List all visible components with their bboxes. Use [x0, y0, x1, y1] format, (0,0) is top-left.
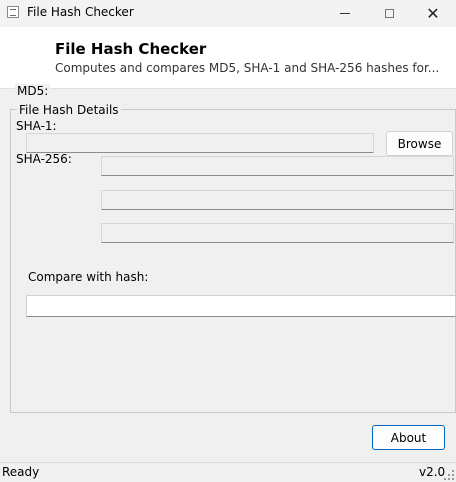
status-bar	[0, 462, 456, 482]
maximize-button[interactable]	[366, 0, 412, 27]
close-button[interactable]: ✕	[410, 0, 456, 27]
status-text: Ready	[2, 465, 40, 479]
version-text: v2.0	[419, 465, 446, 479]
resize-grip-icon[interactable]	[444, 470, 454, 480]
maximize-icon	[384, 9, 394, 18]
window-title: File Hash Checker	[27, 5, 134, 19]
header-panel: File Hash Checker Computes and compares …	[0, 27, 456, 89]
about-button[interactable]: About	[372, 425, 445, 450]
sha1-label: SHA-1:	[16, 119, 57, 133]
group-legend: File Hash Details	[17, 103, 121, 117]
sha256-label: SHA-256:	[16, 152, 72, 166]
header-subtitle: Computes and compares MD5, SHA-1 and SHA…	[55, 61, 440, 75]
sha256-field[interactable]	[101, 190, 454, 210]
browse-button[interactable]: Browse	[386, 131, 453, 156]
file-path-field[interactable]	[26, 133, 374, 153]
compare-hash-input[interactable]	[26, 295, 456, 317]
compare-label: Compare with hash:	[28, 270, 149, 284]
md5-field[interactable]	[101, 223, 454, 243]
app-icon	[7, 6, 19, 18]
md5-label: MD5:	[15, 84, 51, 98]
minimize-icon	[340, 13, 350, 14]
header-title: File Hash Checker	[55, 40, 207, 58]
minimize-button[interactable]	[322, 0, 368, 27]
sha1-field[interactable]	[101, 156, 454, 176]
close-icon: ✕	[426, 3, 440, 23]
